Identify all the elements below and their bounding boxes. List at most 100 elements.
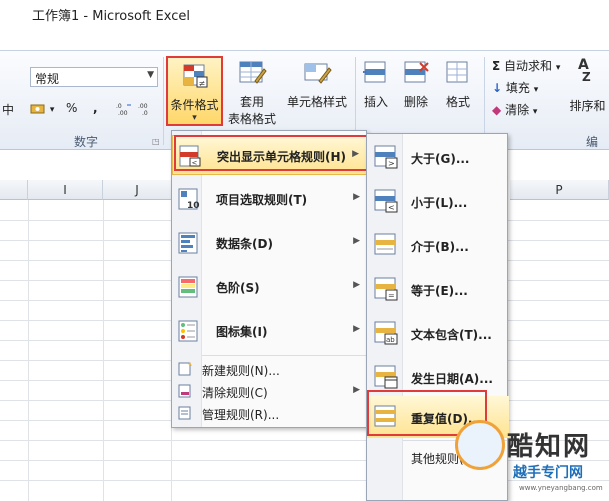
delete-cells-icon [404, 61, 429, 83]
menu-item-manage-rules[interactable]: 管理规则(R)... [172, 402, 368, 424]
conditional-format-label: 条件格式 [170, 98, 219, 112]
calendar-icon [374, 365, 398, 389]
menu-item-label: 图标集(I) [216, 325, 268, 339]
svg-text:.00: .00 [118, 110, 128, 116]
delete-button[interactable]: 删除 [398, 59, 434, 110]
submenu-item-equal-to[interactable]: = 等于(E)... [367, 268, 509, 310]
menu-item-label: 数据条(D) [216, 237, 273, 251]
column-header-p[interactable]: P [510, 180, 609, 200]
watermark-name: 酷知网 [507, 432, 592, 462]
conditional-format-icon: ≠ [183, 64, 207, 88]
format-cells-icon [446, 61, 468, 83]
svg-text:=: = [388, 291, 395, 300]
format-label: 格式 [445, 95, 470, 109]
submenu-item-label: 小于(L)... [411, 196, 468, 210]
clear-button[interactable]: ◆ 清除 ▾ [492, 101, 537, 118]
menu-item-label: 项目选取规则(T) [216, 193, 308, 207]
ribbon-left-fragment: 中 [2, 103, 15, 117]
submenu-item-label: 等于(E)... [411, 284, 468, 298]
clear-label: 清除 [505, 103, 530, 117]
comma-button[interactable]: , [93, 101, 98, 115]
table-format-button[interactable]: 套用 表格格式 [226, 59, 278, 127]
sort-az-icon: A Z [578, 57, 591, 84]
cell-style-label: 单元格样式 [286, 95, 347, 109]
percent-button[interactable]: % [66, 101, 77, 115]
menu-item-icon-sets[interactable]: 图标集(I) ▶ [172, 311, 368, 351]
submenu-item-less-than[interactable]: < 小于(L)... [367, 180, 509, 222]
fill-button[interactable]: ↓ 填充 ▾ [492, 79, 538, 96]
column-header-j[interactable]: J [103, 180, 172, 200]
svg-text:.0: .0 [116, 103, 122, 110]
less-than-icon: < [374, 189, 398, 213]
svg-text:≠: ≠ [198, 79, 205, 88]
svg-text:<: < [388, 203, 395, 212]
number-format-value: 常规 [35, 72, 60, 86]
submenu-item-greater-than[interactable]: > 大于(G)... [367, 136, 509, 178]
gridline [103, 200, 104, 501]
decrease-decimal-icon: .00.0 [138, 103, 148, 116]
submenu-arrow-icon: ▶ [353, 385, 360, 395]
svg-text:.0: .0 [142, 110, 148, 116]
menu-item-new-rule[interactable]: 新建规则(N)... [172, 358, 368, 380]
sigma-icon: Σ [492, 59, 501, 73]
eraser-icon: ◆ [492, 103, 502, 117]
submenu-item-label: 介于(B)... [411, 240, 469, 254]
cell-style-button[interactable]: 单元格样式 [282, 59, 352, 110]
number-format-select[interactable]: 常规 ▼ [30, 67, 158, 87]
menu-item-color-scales[interactable]: 色阶(S) ▶ [172, 267, 368, 307]
fill-label: 填充 [505, 81, 530, 95]
submenu-arrow-icon: ▶ [353, 192, 360, 202]
menu-item-data-bars[interactable]: 数据条(D) ▶ [172, 223, 368, 263]
submenu-item-between[interactable]: 介于(B)... [367, 224, 509, 266]
clear-rules-icon [178, 384, 191, 398]
accounting-format-button[interactable]: ▾ [30, 101, 54, 116]
increase-decimal-button[interactable]: .0.00 [116, 101, 132, 116]
format-button[interactable]: 格式 [440, 59, 476, 110]
svg-text:ab: ab [386, 336, 395, 344]
submenu-item-label: 大于(G)... [411, 152, 470, 166]
cell-style-icon [304, 63, 332, 84]
svg-text:>: > [388, 159, 395, 168]
fill-down-icon: ↓ [492, 81, 503, 95]
group-separator [163, 57, 164, 145]
manage-rules-icon [178, 406, 191, 420]
dialog-launcher-icon[interactable]: ◳ [152, 137, 160, 146]
svg-text:Z: Z [582, 70, 591, 83]
insert-cells-icon [363, 61, 386, 83]
watermark-url: www.yneyangbang.com [519, 484, 603, 492]
delete-label: 删除 [403, 95, 428, 109]
insert-label: 插入 [363, 95, 388, 109]
insert-button[interactable]: 插入 [358, 59, 394, 110]
submenu-item-text-contains[interactable]: ab 文本包含(T)... [367, 312, 509, 354]
top-bottom-icon: 10 [178, 188, 200, 211]
submenu-arrow-icon: ▶ [353, 324, 360, 334]
chevron-down-icon[interactable]: ▼ [147, 70, 154, 80]
menu-item-clear-rules[interactable]: 清除规则(C) ▶ [172, 380, 368, 402]
column-header[interactable] [0, 180, 28, 200]
watermark-logo-icon [455, 420, 505, 470]
currency-icon [30, 104, 45, 113]
autosum-button[interactable]: Σ 自动求和 ▾ [492, 57, 560, 74]
menu-item-label: 清除规则(C) [202, 386, 268, 400]
conditional-format-button[interactable]: ≠ 条件格式 ▾ [166, 56, 223, 126]
icon-sets-icon [178, 320, 198, 342]
sort-filter-button[interactable]: A Z 排序和 [566, 55, 609, 114]
data-bars-icon [178, 232, 198, 254]
title-bar: 工作簿1 - Microsoft Excel [0, 0, 609, 28]
chevron-down-icon: ▾ [533, 85, 539, 95]
watermark: 酷知网 越手专门网 www.yneyangbang.com [455, 420, 605, 498]
between-icon [374, 233, 396, 255]
equal-to-icon: = [374, 277, 398, 301]
chevron-down-icon: ▾ [555, 63, 561, 73]
chevron-down-icon: ▾ [192, 113, 197, 123]
submenu-arrow-icon: ▶ [353, 236, 360, 246]
menu-item-label: 新建规则(N)... [202, 364, 280, 378]
color-scales-icon [178, 276, 198, 298]
decrease-decimal-button[interactable]: .00.0 [138, 101, 154, 116]
conditional-format-menu: < 突出显示单元格规则(H) ▶ 10 项目选取规则(T) ▶ 数据条(D) ▶ [171, 130, 368, 428]
table-format-icon [239, 61, 267, 84]
column-header-i[interactable]: I [28, 180, 103, 200]
menu-item-top-bottom-rules[interactable]: 10 项目选取规则(T) ▶ [172, 179, 368, 219]
increase-decimal-icon: .0.00 [116, 103, 131, 116]
submenu-arrow-icon: ▶ [353, 280, 360, 290]
